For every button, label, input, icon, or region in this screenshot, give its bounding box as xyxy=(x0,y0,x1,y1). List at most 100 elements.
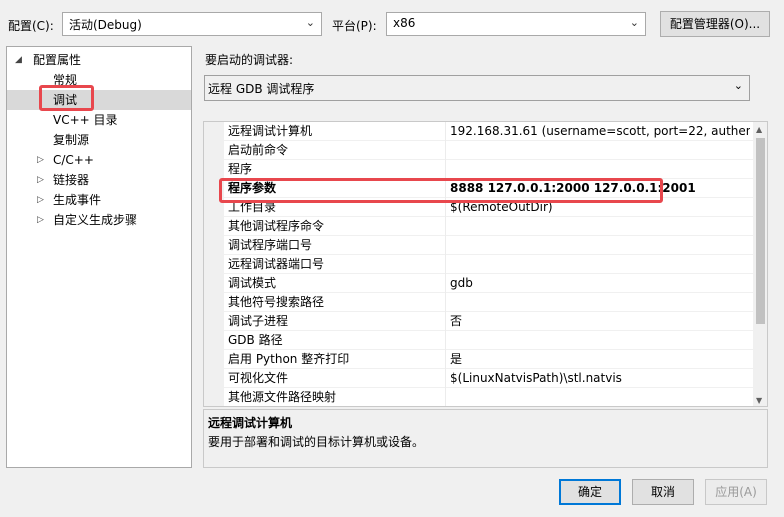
tree-item-label: 配置属性 xyxy=(33,53,82,67)
property-name: 工作目录 xyxy=(228,200,277,214)
column-separator xyxy=(445,388,446,406)
property-row[interactable]: 程序参数 8888 127.0.0.1:2000 127.0.0.1:2001 xyxy=(224,179,753,198)
column-separator xyxy=(445,141,446,160)
tree-item-vc-directories[interactable]: VC++ 目录 xyxy=(7,110,191,130)
tree-item-build-events[interactable]: ▷ 生成事件 xyxy=(7,190,191,210)
tree-item-custom-build-step[interactable]: ▷ 自定义生成步骤 xyxy=(7,210,191,230)
config-manager-button[interactable]: 配置管理器(O)... xyxy=(660,11,770,37)
grid-gutter xyxy=(204,122,224,406)
tree-item-label: 自定义生成步骤 xyxy=(53,213,138,227)
debugger-section-label: 要启动的调试器: xyxy=(205,53,294,67)
config-label: 配置(C): xyxy=(8,19,54,33)
property-name: 调试程序端口号 xyxy=(228,238,313,252)
property-row[interactable]: 调试模式 gdb xyxy=(224,274,753,293)
property-row[interactable]: 远程调试器端口号 xyxy=(224,255,753,274)
column-separator xyxy=(445,293,446,312)
column-separator xyxy=(445,331,446,350)
column-separator xyxy=(445,350,446,369)
vertical-scrollbar[interactable]: ▲ ▼ xyxy=(753,122,767,406)
ok-button[interactable]: 确定 xyxy=(559,479,621,505)
chevron-down-icon: ⌄ xyxy=(305,16,315,29)
property-row[interactable]: 其他符号搜索路径 xyxy=(224,293,753,312)
debugger-dropdown[interactable]: 远程 GDB 调试程序 ⌄ xyxy=(204,75,750,101)
tree-item-debugging[interactable]: 调试 xyxy=(7,90,191,110)
property-name: 启用 Python 整齐打印 xyxy=(228,352,350,366)
collapsed-arrow-icon[interactable]: ▷ xyxy=(37,210,44,230)
property-row[interactable]: 程序 xyxy=(224,160,753,179)
property-value[interactable]: $(RemoteOutDir) xyxy=(450,198,750,217)
tree-item-label: 链接器 xyxy=(53,173,90,187)
property-name: 调试子进程 xyxy=(228,314,289,328)
property-name: 程序 xyxy=(228,162,253,176)
column-separator xyxy=(445,122,446,141)
tree-item-label: VC++ 目录 xyxy=(53,113,118,127)
tree-item-root[interactable]: ◢ 配置属性 xyxy=(7,50,191,70)
column-separator xyxy=(445,198,446,217)
column-separator xyxy=(445,255,446,274)
tree-item-copy-sources[interactable]: 复制源 xyxy=(7,130,191,150)
column-separator xyxy=(445,236,446,255)
column-separator xyxy=(445,369,446,388)
property-name: GDB 路径 xyxy=(228,333,283,347)
column-separator xyxy=(445,312,446,331)
property-row[interactable]: 工作目录 $(RemoteOutDir) xyxy=(224,198,753,217)
chevron-down-icon: ⌄ xyxy=(629,16,639,29)
property-row[interactable]: 调试程序端口号 xyxy=(224,236,753,255)
collapsed-arrow-icon[interactable]: ▷ xyxy=(37,170,44,190)
collapsed-arrow-icon[interactable]: ▷ xyxy=(37,150,44,170)
tree-item-c-cpp[interactable]: ▷ C/C++ xyxy=(7,150,191,170)
scroll-down-icon[interactable]: ▼ xyxy=(756,396,762,405)
tree-item-label: 复制源 xyxy=(53,133,90,147)
apply-button[interactable]: 应用(A) xyxy=(705,479,767,505)
column-separator xyxy=(445,160,446,179)
property-value[interactable]: gdb xyxy=(450,274,750,293)
tree-item-label: 生成事件 xyxy=(53,193,102,207)
config-dropdown[interactable]: 活动(Debug) ⌄ xyxy=(62,12,322,36)
property-row[interactable]: 可视化文件 $(LinuxNatvisPath)\stl.natvis xyxy=(224,369,753,388)
property-name: 其他调试程序命令 xyxy=(228,219,325,233)
debugger-value: 远程 GDB 调试程序 xyxy=(208,82,315,96)
property-row[interactable]: 其他源文件路径映射 xyxy=(224,388,753,406)
property-row[interactable]: GDB 路径 xyxy=(224,331,753,350)
property-name: 可视化文件 xyxy=(228,371,289,385)
property-tree[interactable]: ◢ 配置属性 常规 调试 VC++ 目录 复制源 ▷ C/C++ ▷ 链接器 ▷… xyxy=(6,46,192,468)
column-separator xyxy=(445,217,446,236)
tree-item-label: 调试 xyxy=(53,93,78,107)
description-text: 要用于部署和调试的目标计算机或设备。 xyxy=(208,435,425,449)
scrollbar-thumb[interactable] xyxy=(756,138,765,324)
tree-item-label: C/C++ xyxy=(53,153,94,167)
tree-item-linker[interactable]: ▷ 链接器 xyxy=(7,170,191,190)
platform-label: 平台(P): xyxy=(332,19,377,33)
description-title: 远程调试计算机 xyxy=(208,416,293,430)
property-grid[interactable]: 远程调试计算机 192.168.31.61 (username=scott, po… xyxy=(203,121,768,407)
chevron-down-icon: ⌄ xyxy=(733,79,743,92)
property-name: 其他源文件路径映射 xyxy=(228,390,337,404)
property-value[interactable]: 8888 127.0.0.1:2000 127.0.0.1:2001 xyxy=(450,179,750,198)
property-row[interactable]: 启动前命令 xyxy=(224,141,753,160)
property-name: 其他符号搜索路径 xyxy=(228,295,325,309)
property-name: 调试模式 xyxy=(228,276,277,290)
property-name: 远程调试器端口号 xyxy=(228,257,325,271)
property-row[interactable]: 调试子进程 否 xyxy=(224,312,753,331)
property-row[interactable]: 其他调试程序命令 xyxy=(224,217,753,236)
tree-item-label: 常规 xyxy=(53,73,78,87)
property-name: 程序参数 xyxy=(228,181,277,195)
tree-item-general[interactable]: 常规 xyxy=(7,70,191,90)
config-value: 活动(Debug) xyxy=(69,18,142,32)
cancel-button[interactable]: 取消 xyxy=(632,479,694,505)
property-value[interactable]: 是 xyxy=(450,350,750,369)
column-separator xyxy=(445,274,446,293)
scroll-up-icon[interactable]: ▲ xyxy=(756,125,762,134)
property-name: 启动前命令 xyxy=(228,143,289,157)
platform-value: x86 xyxy=(393,16,416,30)
platform-dropdown[interactable]: x86 ⌄ xyxy=(386,12,646,36)
description-panel: 远程调试计算机 要用于部署和调试的目标计算机或设备。 xyxy=(203,409,768,468)
property-value[interactable]: 否 xyxy=(450,312,750,331)
property-value[interactable]: $(LinuxNatvisPath)\stl.natvis xyxy=(450,369,750,388)
property-value[interactable]: 192.168.31.61 (username=scott, port=22, … xyxy=(450,122,750,141)
expanded-arrow-icon[interactable]: ◢ xyxy=(15,50,22,70)
property-row[interactable]: 远程调试计算机 192.168.31.61 (username=scott, po… xyxy=(224,122,753,141)
column-separator xyxy=(445,179,446,198)
collapsed-arrow-icon[interactable]: ▷ xyxy=(37,190,44,210)
property-row[interactable]: 启用 Python 整齐打印 是 xyxy=(224,350,753,369)
